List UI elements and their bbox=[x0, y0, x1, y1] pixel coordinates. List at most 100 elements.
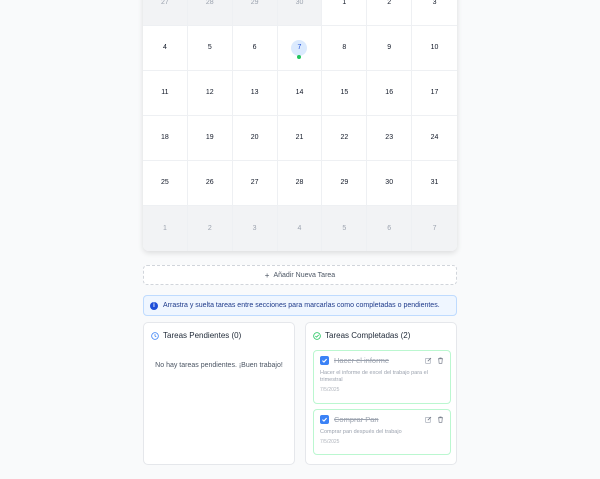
day-number: 20 bbox=[250, 134, 259, 141]
calendar-day[interactable]: 30 bbox=[277, 0, 323, 26]
task-date: 7/5/2025 bbox=[320, 439, 340, 445]
add-task-button[interactable]: + Añadir Nueva Tarea bbox=[143, 265, 457, 285]
day-number: 3 bbox=[432, 0, 437, 6]
calendar-day[interactable]: 6 bbox=[232, 26, 278, 71]
trash-icon[interactable] bbox=[437, 416, 444, 423]
day-number: 1 bbox=[162, 224, 167, 232]
calendar-day[interactable]: 13 bbox=[232, 71, 278, 116]
calendar-day[interactable]: 2 bbox=[187, 206, 233, 251]
day-number: 30 bbox=[385, 179, 394, 186]
calendar-day[interactable]: 2 bbox=[367, 0, 413, 26]
day-number: 22 bbox=[340, 134, 349, 141]
calendar-day[interactable]: 11 bbox=[143, 71, 188, 116]
clock-icon bbox=[151, 331, 159, 340]
calendar-day[interactable]: 9 bbox=[367, 26, 413, 71]
day-number: 6 bbox=[387, 224, 392, 232]
calendar: 27 28 29 30 1 2 3 4 5 6 7 8 9 10 11 12 13 14 15 16 17 18 19 20 2… bbox=[143, 0, 457, 251]
info-text: Arrastra y suelta tareas entre secciones… bbox=[163, 302, 440, 309]
task-checkbox[interactable] bbox=[320, 356, 329, 365]
info-icon: i bbox=[150, 301, 158, 310]
task-description: Comprar pan después del trabajo bbox=[320, 429, 402, 435]
calendar-day[interactable]: 10 bbox=[412, 26, 457, 71]
calendar-day[interactable]: 12 bbox=[187, 71, 233, 116]
day-number: 5 bbox=[207, 44, 212, 51]
day-number: 28 bbox=[295, 179, 304, 186]
calendar-day[interactable]: 7 bbox=[412, 206, 457, 251]
task-card[interactable]: Hacer el informe Hacer el informe de exc… bbox=[313, 350, 451, 404]
calendar-day[interactable]: 5 bbox=[322, 206, 368, 251]
calendar-day[interactable]: 3 bbox=[412, 0, 457, 26]
calendar-day[interactable]: 15 bbox=[322, 71, 368, 116]
plus-icon: + bbox=[264, 270, 270, 280]
calendar-day[interactable]: 4 bbox=[277, 206, 323, 251]
calendar-day[interactable]: 16 bbox=[367, 71, 413, 116]
calendar-day[interactable]: 27 bbox=[232, 161, 278, 206]
task-description: Hacer el informe de excel del trabajo pa… bbox=[320, 370, 428, 383]
calendar-grid: 27 28 29 30 1 2 3 4 5 6 7 8 9 10 11 12 13 14 15 16 17 18 19 20 2… bbox=[143, 0, 457, 251]
trash-icon[interactable] bbox=[437, 357, 444, 364]
calendar-day[interactable]: 14 bbox=[277, 71, 323, 116]
edit-icon[interactable] bbox=[425, 357, 432, 364]
check-icon bbox=[322, 358, 328, 363]
day-number: 29 bbox=[340, 179, 349, 186]
calendar-day-today[interactable]: 7 bbox=[277, 26, 323, 71]
task-indicator-dot bbox=[297, 55, 302, 59]
day-number: 2 bbox=[207, 224, 212, 232]
completed-tasks-panel[interactable]: Tareas Completadas (2) Hacer el informe … bbox=[305, 322, 457, 465]
calendar-day[interactable]: 22 bbox=[322, 116, 368, 161]
day-number: 12 bbox=[205, 89, 214, 96]
day-number: 19 bbox=[205, 134, 214, 141]
calendar-day[interactable]: 3 bbox=[232, 206, 278, 251]
calendar-day[interactable]: 30 bbox=[367, 161, 413, 206]
day-number: 6 bbox=[252, 44, 257, 51]
calendar-day[interactable]: 6 bbox=[367, 206, 413, 251]
calendar-day[interactable]: 23 bbox=[367, 116, 413, 161]
pending-empty-message: No hay tareas pendientes. ¡Buen trabajo! bbox=[155, 362, 283, 369]
task-date: 7/5/2025 bbox=[320, 387, 340, 393]
calendar-day[interactable]: 1 bbox=[322, 0, 368, 26]
calendar-day[interactable]: 4 bbox=[143, 26, 188, 71]
day-number: 13 bbox=[250, 89, 259, 96]
calendar-day[interactable]: 29 bbox=[322, 161, 368, 206]
completed-header: Tareas Completadas (2) bbox=[306, 323, 456, 340]
calendar-day[interactable]: 19 bbox=[187, 116, 233, 161]
task-title: Hacer el informe bbox=[334, 356, 390, 365]
edit-icon[interactable] bbox=[425, 416, 432, 423]
day-number: 24 bbox=[430, 134, 439, 141]
calendar-day[interactable]: 8 bbox=[322, 26, 368, 71]
calendar-day[interactable]: 25 bbox=[143, 161, 188, 206]
calendar-day[interactable]: 28 bbox=[187, 0, 233, 26]
calendar-day[interactable]: 5 bbox=[187, 26, 233, 71]
pending-tasks-panel[interactable]: Tareas Pendientes (0) No hay tareas pend… bbox=[143, 322, 295, 465]
day-number: 4 bbox=[162, 44, 167, 51]
calendar-day[interactable]: 29 bbox=[232, 0, 278, 26]
day-number: 30 bbox=[295, 0, 304, 6]
calendar-day[interactable]: 28 bbox=[277, 161, 323, 206]
calendar-day[interactable]: 18 bbox=[143, 116, 188, 161]
day-number: 25 bbox=[161, 179, 169, 186]
task-checkbox[interactable] bbox=[320, 415, 329, 424]
day-number: 7 bbox=[432, 224, 437, 232]
add-task-label: Añadir Nueva Tarea bbox=[273, 271, 336, 279]
task-card[interactable]: Comprar Pan Comprar pan después del trab… bbox=[313, 409, 451, 455]
calendar-day[interactable]: 26 bbox=[187, 161, 233, 206]
day-number: 10 bbox=[430, 44, 439, 51]
pending-header: Tareas Pendientes (0) bbox=[144, 323, 294, 340]
day-number: 15 bbox=[340, 89, 349, 96]
calendar-day[interactable]: 20 bbox=[232, 116, 278, 161]
day-number: 3 bbox=[252, 224, 257, 232]
day-number: 23 bbox=[385, 134, 394, 141]
calendar-day[interactable]: 27 bbox=[143, 0, 188, 26]
day-number: 5 bbox=[342, 224, 347, 232]
day-number: 8 bbox=[342, 44, 347, 51]
day-number: 9 bbox=[387, 44, 392, 51]
day-number: 11 bbox=[161, 89, 169, 96]
task-title: Comprar Pan bbox=[334, 415, 379, 424]
calendar-day[interactable]: 17 bbox=[412, 71, 457, 116]
calendar-day[interactable]: 21 bbox=[277, 116, 323, 161]
day-number: 14 bbox=[295, 89, 304, 96]
calendar-day[interactable]: 31 bbox=[412, 161, 457, 206]
calendar-day[interactable]: 24 bbox=[412, 116, 457, 161]
day-number: 31 bbox=[430, 179, 439, 186]
calendar-day[interactable]: 1 bbox=[143, 206, 188, 251]
